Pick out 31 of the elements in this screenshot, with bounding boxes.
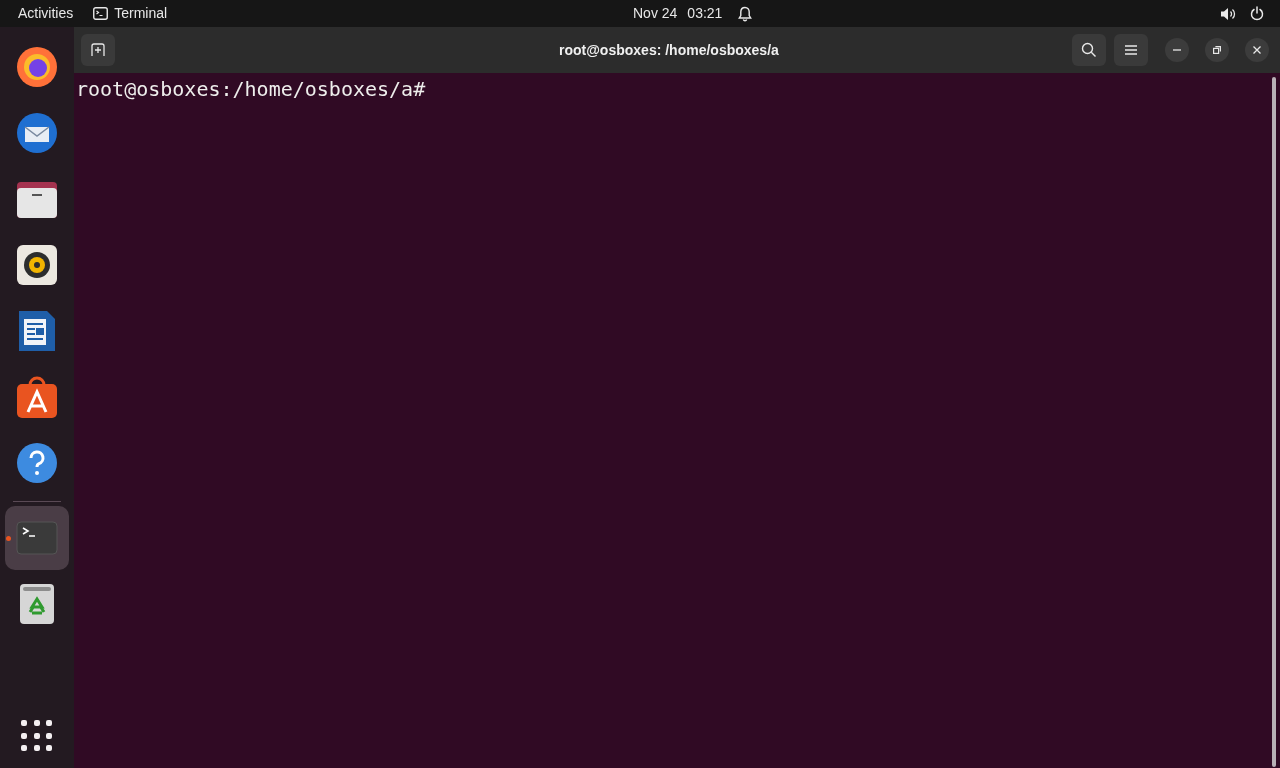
app-menu[interactable]: Terminal: [93, 0, 168, 27]
window-title: root@osboxes: /home/osboxes/a: [559, 40, 779, 60]
browser-icon: [15, 45, 59, 89]
restore-icon: [1213, 46, 1221, 54]
new-tab-icon: [90, 43, 106, 57]
search-button[interactable]: [1072, 34, 1106, 66]
activities-button[interactable]: Activities: [18, 0, 74, 27]
minimize-icon: [1173, 49, 1181, 51]
speaker-icon: [15, 243, 59, 287]
close-icon: [1253, 46, 1261, 54]
search-icon: [1081, 42, 1097, 58]
menu-button[interactable]: [1114, 34, 1148, 66]
bell-icon: [738, 5, 753, 22]
help-icon: [15, 441, 59, 485]
app-grid-button[interactable]: [19, 718, 55, 754]
speaker-icon[interactable]: [1220, 6, 1236, 21]
date-label: Nov 24: [633, 4, 678, 23]
shopping-bag-icon: [15, 375, 59, 419]
time-label: 03:21: [687, 4, 723, 23]
close-button[interactable]: [1245, 38, 1269, 62]
new-tab-button[interactable]: [81, 34, 115, 66]
restore-button[interactable]: [1205, 38, 1229, 62]
scrollbar[interactable]: [1272, 77, 1276, 767]
running-indicator: [6, 536, 11, 541]
mail-icon: [15, 111, 59, 155]
minimize-button[interactable]: [1165, 38, 1189, 62]
terminal-prompt: root@osboxes:/home/osboxes/a#: [76, 76, 426, 102]
menu-icon: [1125, 45, 1137, 55]
clock-button[interactable]: Nov 24 03:21: [633, 0, 753, 27]
power-icon[interactable]: [1250, 6, 1264, 21]
terminal-icon: [93, 7, 109, 20]
